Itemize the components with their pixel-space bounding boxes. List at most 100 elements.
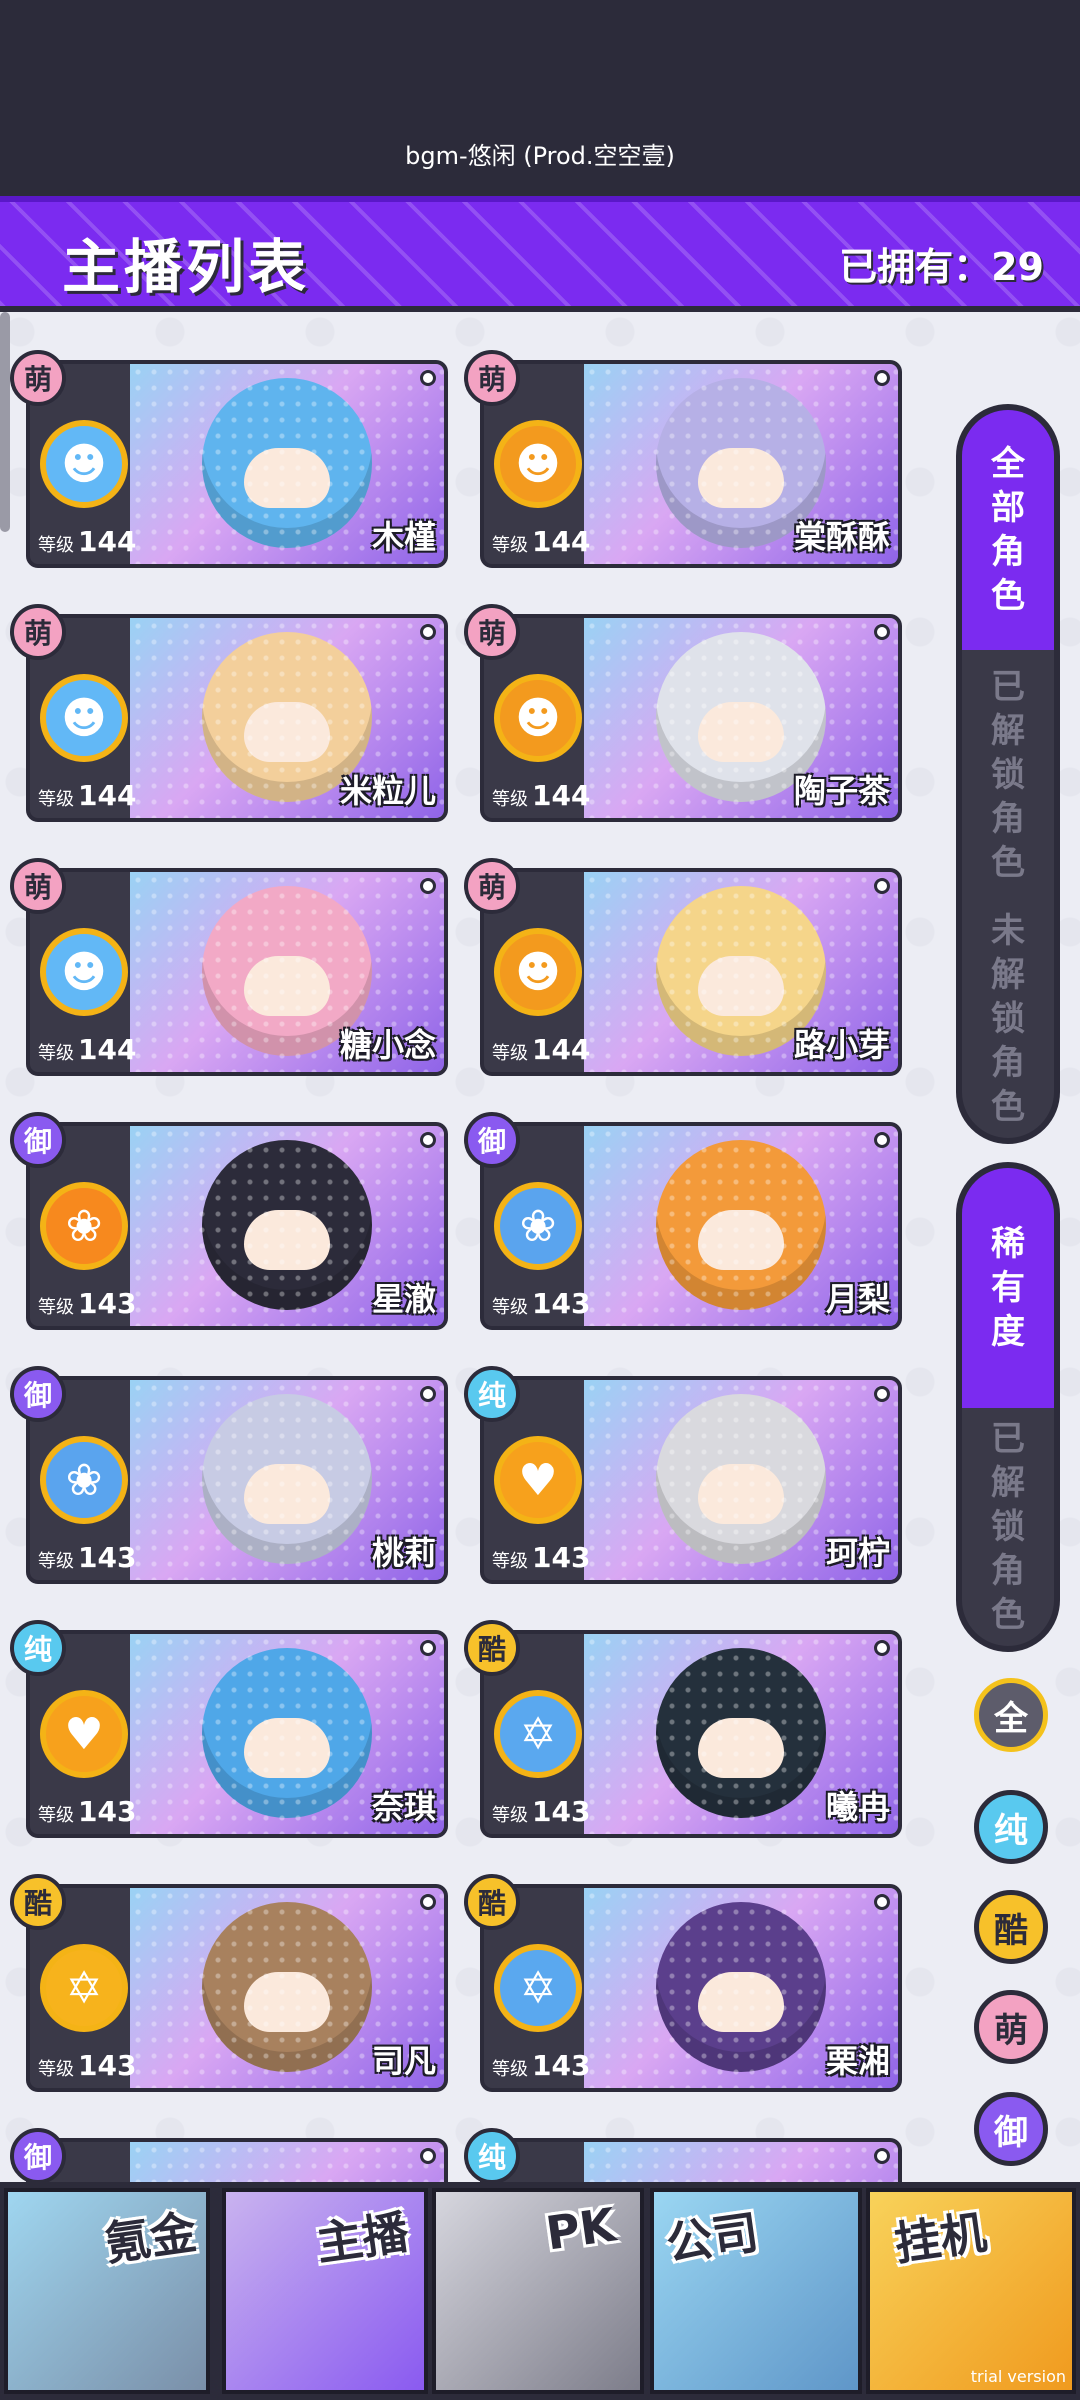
filter-unlocked-rarity[interactable]: 已解锁角色 <box>962 1408 1054 1646</box>
streamer-card[interactable]: ✡ 等级 143 栗湘 <box>480 1884 902 2092</box>
filter-unlocked-roles[interactable]: 已解锁角色 <box>962 650 1054 900</box>
cat-icon: ☻ <box>40 928 128 1016</box>
card-hole-icon <box>420 1132 436 1148</box>
card-hole-icon <box>874 2148 890 2164</box>
filter-locked-roles[interactable]: 未解锁角色 <box>962 900 1054 1138</box>
nav-idle[interactable]: 挂机 trial version <box>866 2188 1076 2394</box>
type-filter-pure[interactable]: 纯 <box>974 1790 1048 1864</box>
streamer-name: 路小芽 <box>793 1026 890 1064</box>
card-hole-icon <box>420 878 436 894</box>
type-badge: 纯 <box>464 2128 520 2182</box>
type-filter-cool[interactable]: 酷 <box>974 1890 1048 1964</box>
page-header: 主播列表 已拥有：29 <box>0 196 1080 312</box>
card-hole-icon <box>420 2148 436 2164</box>
nav-company[interactable]: 公司 <box>650 2188 862 2394</box>
streamer-card[interactable]: ♥ 等级 143 奈琪 <box>26 1630 448 1838</box>
type-filter-cute[interactable]: 萌 <box>974 1990 1048 2064</box>
streamer-card[interactable]: ❀ 等级 143 月梨 <box>480 1122 902 1330</box>
type-badge: 萌 <box>10 858 66 914</box>
cat-icon: ☻ <box>494 420 582 508</box>
type-filter-all[interactable]: 全 <box>974 1678 1048 1752</box>
star-icon: ✡ <box>494 1690 582 1778</box>
filter-all-roles[interactable]: 全部角色 <box>962 410 1054 650</box>
bgm-label: bgm-悠闲 (Prod.空空壹) <box>405 142 675 170</box>
cat-icon: ☻ <box>494 674 582 762</box>
nav-label: 公司 <box>663 2204 762 2272</box>
streamer-name: 曦冉 <box>825 1788 890 1826</box>
streamer-name: 糖小念 <box>339 1026 436 1064</box>
type-badge: 酷 <box>464 1874 520 1930</box>
nav-streamers[interactable]: 主播 <box>222 2188 428 2394</box>
heartbeat-icon: ♥ <box>494 1436 582 1524</box>
level-text: 等级 143 <box>38 1541 137 1574</box>
type-badge: 萌 <box>464 350 520 406</box>
type-badge: 萌 <box>10 350 66 406</box>
filter-rarity[interactable]: 稀有度 <box>962 1168 1054 1408</box>
level-text: 等级 143 <box>492 1541 591 1574</box>
scroll-indicator[interactable] <box>0 312 10 532</box>
level-text: 等级 144 <box>492 779 591 812</box>
type-badge: 纯 <box>464 1366 520 1422</box>
streamer-card[interactable]: ☻ 等级 144 米粒儿 <box>26 614 448 822</box>
streamer-card[interactable] <box>480 2138 902 2182</box>
rarity-filter: 稀有度 已解锁角色 <box>956 1162 1060 1652</box>
type-badge: 御 <box>10 2128 66 2182</box>
streamer-card[interactable]: ✡ 等级 143 曦冉 <box>480 1630 902 1838</box>
level-text: 等级 143 <box>38 1795 137 1828</box>
type-badge: 御 <box>10 1366 66 1422</box>
role-filter: 全部角色 已解锁角色 未解锁角色 <box>956 404 1060 1144</box>
streamer-card[interactable]: ☻ 等级 144 棠酥酥 <box>480 360 902 568</box>
streamer-card[interactable]: ❀ 等级 143 桃莉 <box>26 1376 448 1584</box>
star-icon: ✡ <box>40 1944 128 2032</box>
streamer-card[interactable]: ♥ 等级 143 珂柠 <box>480 1376 902 1584</box>
type-filter-elegant[interactable]: 御 <box>974 2092 1048 2166</box>
nav-pk[interactable]: PK <box>432 2188 644 2394</box>
level-text: 等级 143 <box>38 1287 137 1320</box>
cat-icon: ☻ <box>40 674 128 762</box>
streamer-name: 木槿 <box>371 518 436 556</box>
streamer-portrait <box>584 2142 898 2182</box>
cat-icon: ☻ <box>494 928 582 1016</box>
type-badge: 萌 <box>464 858 520 914</box>
streamer-name: 珂柠 <box>825 1534 890 1572</box>
trial-watermark: trial version <box>970 2367 1066 2386</box>
type-badge: 萌 <box>464 604 520 660</box>
nav-label: 挂机 <box>891 2204 990 2272</box>
streamer-card[interactable]: ☻ 等级 144 糖小念 <box>26 868 448 1076</box>
streamer-card[interactable]: ✡ 等级 143 司凡 <box>26 1884 448 2092</box>
type-badge: 萌 <box>10 604 66 660</box>
streamer-name: 星澈 <box>371 1280 436 1318</box>
streamer-card[interactable] <box>26 2138 448 2182</box>
streamer-name: 陶子茶 <box>793 772 890 810</box>
card-hole-icon <box>420 370 436 386</box>
type-badge: 纯 <box>10 1620 66 1676</box>
streamer-name: 棠酥酥 <box>793 518 890 556</box>
type-badge: 御 <box>10 1112 66 1168</box>
level-text: 等级 143 <box>492 1287 591 1320</box>
card-hole-icon <box>874 1894 890 1910</box>
streamer-name: 桃莉 <box>371 1534 436 1572</box>
streamer-name: 司凡 <box>371 2042 436 2080</box>
streamer-list[interactable]: ☻ 等级 144 木槿 萌 ☻ 等级 144 棠酥酥 萌 ☻ 等级 144 米粒儿 萌… <box>0 312 1080 2182</box>
streamer-card[interactable]: ☻ 等级 144 木槿 <box>26 360 448 568</box>
card-hole-icon <box>874 624 890 640</box>
rose-icon: ❀ <box>40 1436 128 1524</box>
card-hole-icon <box>874 1132 890 1148</box>
card-hole-icon <box>420 1894 436 1910</box>
type-badge: 酷 <box>10 1874 66 1930</box>
streamer-card[interactable]: ☻ 等级 144 路小芽 <box>480 868 902 1076</box>
star-icon: ✡ <box>494 1944 582 2032</box>
nav-recharge[interactable]: 氪金 <box>4 2188 210 2394</box>
status-area: bgm-悠闲 (Prod.空空壹) <box>0 0 1080 196</box>
level-text: 等级 143 <box>492 2049 591 2082</box>
level-text: 等级 143 <box>492 1795 591 1828</box>
streamer-card[interactable]: ❀ 等级 143 星澈 <box>26 1122 448 1330</box>
card-hole-icon <box>874 878 890 894</box>
type-badge: 酷 <box>464 1620 520 1676</box>
nav-label: PK <box>542 2197 619 2261</box>
streamer-name: 奈琪 <box>371 1788 436 1826</box>
card-hole-icon <box>420 1640 436 1656</box>
nav-label: 氪金 <box>101 2204 200 2272</box>
streamer-card[interactable]: ☻ 等级 144 陶子茶 <box>480 614 902 822</box>
level-text: 等级 144 <box>38 525 137 558</box>
